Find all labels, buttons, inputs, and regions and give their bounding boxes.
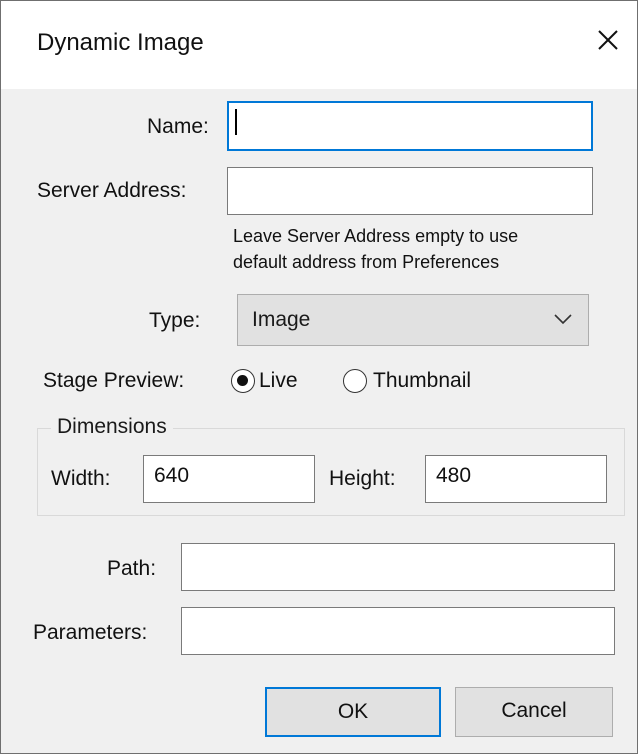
width-value: 640: [154, 464, 190, 487]
name-input[interactable]: [227, 101, 593, 151]
close-icon[interactable]: [591, 23, 625, 57]
cancel-button[interactable]: Cancel: [455, 687, 613, 737]
text-caret: [235, 109, 237, 135]
type-value: Image: [252, 308, 311, 331]
radio-selected-dot: [237, 375, 248, 386]
parameters-input[interactable]: [181, 607, 615, 655]
dimensions-legend: Dimensions: [51, 415, 173, 439]
parameters-label: Parameters:: [33, 621, 148, 644]
height-label: Height:: [329, 467, 396, 490]
stage-preview-label: Stage Preview:: [43, 369, 185, 392]
server-hint-line2: default address from Preferences: [233, 252, 500, 272]
type-label: Type:: [149, 309, 201, 332]
dynamic-image-dialog: Dynamic Image Name: Server Address: Leav…: [0, 0, 638, 754]
height-input[interactable]: 480: [425, 455, 607, 503]
live-radio-label[interactable]: Live: [259, 369, 298, 393]
path-label: Path:: [107, 557, 157, 580]
title-bar: Dynamic Image: [1, 1, 637, 89]
chevron-down-icon: [554, 314, 572, 325]
server-address-hint: Leave Server Address empty to use defaul…: [233, 223, 518, 275]
thumbnail-radio[interactable]: [343, 369, 367, 393]
type-select[interactable]: Image: [237, 294, 589, 346]
width-label: Width:: [51, 467, 111, 490]
ok-button[interactable]: OK: [265, 687, 441, 737]
name-label: Name:: [147, 115, 209, 138]
server-address-label: Server Address:: [37, 179, 187, 202]
server-address-input[interactable]: [227, 167, 593, 215]
path-input[interactable]: [181, 543, 615, 591]
server-hint-line1: Leave Server Address empty to use: [233, 226, 519, 246]
height-value: 480: [436, 464, 472, 487]
thumbnail-radio-label[interactable]: Thumbnail: [373, 369, 471, 393]
live-radio[interactable]: [231, 369, 255, 393]
width-input[interactable]: 640: [143, 455, 315, 503]
dialog-title: Dynamic Image: [37, 29, 204, 56]
